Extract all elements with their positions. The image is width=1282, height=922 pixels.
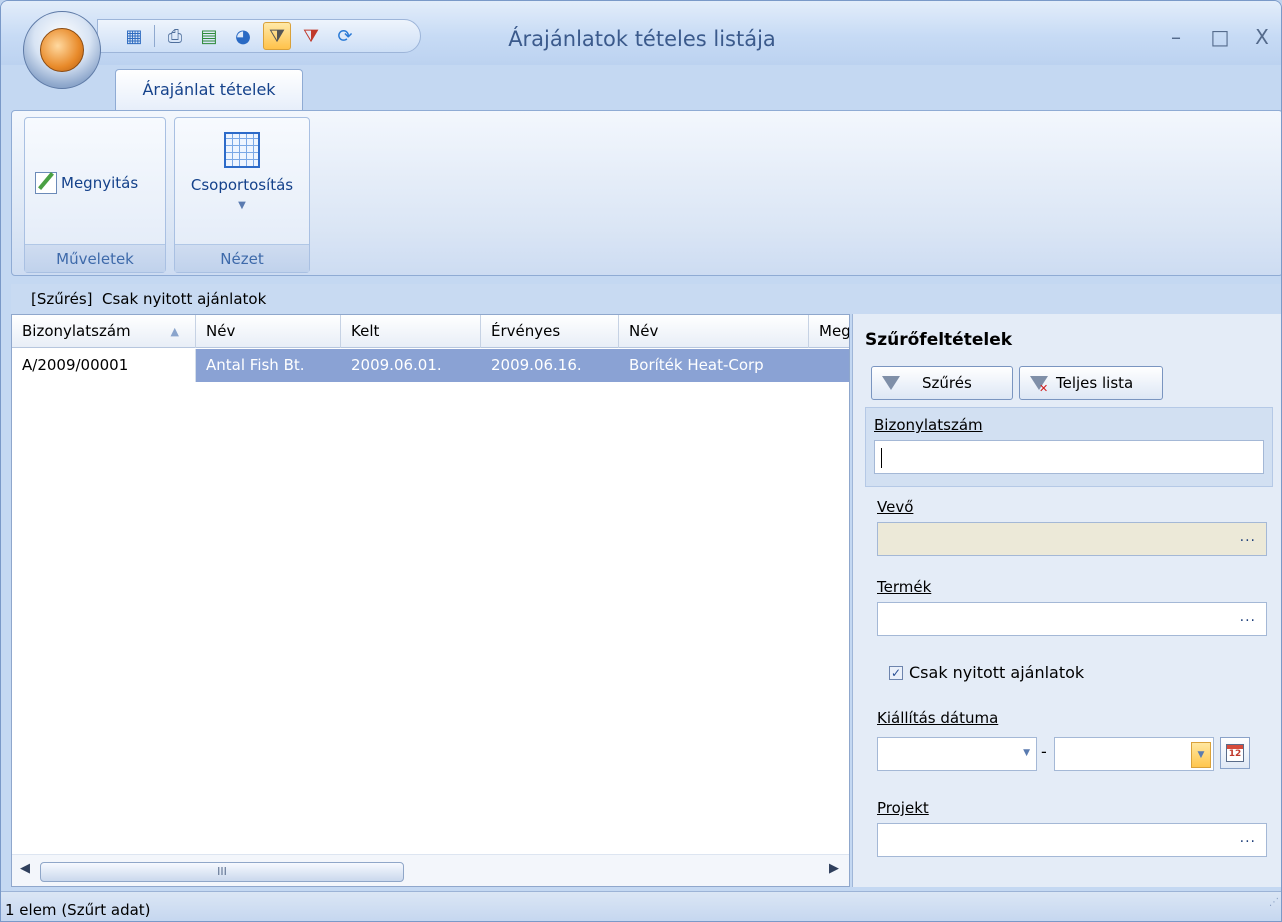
- product-label: Termék: [877, 578, 932, 596]
- issue-date-label: Kiállítás dátuma: [877, 709, 999, 727]
- project-input[interactable]: ...: [877, 823, 1267, 857]
- group-label-muveletek: Műveletek: [25, 244, 165, 272]
- active-filter-caption: [Szűrés] Csak nyitott ajánlatok: [11, 284, 1281, 314]
- customer-input[interactable]: ...: [877, 522, 1267, 556]
- column-header-bizonylatszam[interactable]: Bizonylatszám ▲: [12, 315, 196, 348]
- cell-meg[interactable]: [809, 349, 849, 382]
- grouping-grid-icon: [224, 132, 260, 168]
- edit-document-icon: [35, 172, 57, 194]
- filter-button[interactable]: Szűrés: [871, 366, 1013, 400]
- project-section: Projekt ...: [877, 799, 1281, 857]
- checkbox-checked-icon[interactable]: ✓: [889, 665, 903, 680]
- open-only-label: Csak nyitott ajánlatok: [909, 663, 1085, 682]
- results-grid: Bizonylatszám ▲ Név Kelt Érvényes Név Meg…: [11, 314, 850, 887]
- resize-grip-icon[interactable]: ⋰: [1269, 885, 1279, 921]
- customer-section: Vevő ...: [877, 498, 1281, 556]
- grid-header: Bizonylatszám ▲ Név Kelt Érvényes Név Meg: [12, 315, 849, 348]
- product-input[interactable]: ...: [877, 602, 1267, 636]
- app-logo-icon: [40, 28, 84, 72]
- cell-nev[interactable]: Antal Fish Bt.: [196, 349, 341, 382]
- window-title: Árajánlatok tételes listája: [508, 27, 776, 51]
- cell-ervenyes[interactable]: 2009.06.16.: [481, 349, 619, 382]
- date-range-separator: -: [1041, 742, 1047, 761]
- customer-label: Vevő: [877, 498, 914, 516]
- filter-panel: Szűrőfeltételek Szűrés Teljes lista Bizo…: [852, 314, 1281, 887]
- filter-panel-title: Szűrőfeltételek: [865, 330, 1013, 350]
- tab-arajanlat-tetelek[interactable]: Árajánlat tételek: [115, 69, 303, 111]
- title-bar: ▦ ⎙ ▤ ◕ ⧩ ⧩ ⟳ Árajánlatok tételes listáj…: [1, 1, 1281, 65]
- project-label: Projekt: [877, 799, 929, 817]
- ribbon: Megnyitás Műveletek Csoportosítás ▼ Néze…: [11, 110, 1281, 276]
- status-bar: 1 elem (Szűrt adat) ⋰: [1, 891, 1281, 921]
- date-to-input[interactable]: ▼: [1054, 737, 1214, 771]
- ribbon-group-nezet: Csoportosítás ▼ Nézet: [174, 117, 310, 273]
- browse-button[interactable]: ...: [1240, 830, 1256, 846]
- open-only-checkbox[interactable]: ✓ Csak nyitott ajánlatok: [889, 663, 1084, 682]
- text-caret: [881, 448, 882, 468]
- close-button[interactable]: X: [1247, 25, 1277, 49]
- column-header-nev-2[interactable]: Név: [619, 315, 809, 348]
- sort-ascending-icon: ▲: [170, 325, 179, 338]
- filter-icon: [882, 376, 900, 390]
- scroll-left-icon[interactable]: ◀: [20, 861, 30, 876]
- column-header-nev[interactable]: Név: [196, 315, 341, 348]
- application-window: ▦ ⎙ ▤ ◕ ⧩ ⧩ ⟳ Árajánlatok tételes listáj…: [0, 0, 1282, 922]
- chevron-down-icon[interactable]: ▼: [1023, 748, 1030, 758]
- maximize-button[interactable]: □: [1205, 25, 1235, 49]
- ribbon-group-muveletek: Megnyitás Műveletek: [24, 117, 166, 273]
- chevron-down-icon[interactable]: ▼: [1191, 742, 1211, 768]
- grouping-button-label: Csoportosítás: [190, 176, 294, 194]
- issue-date-section: Kiállítás dátuma: [877, 709, 1281, 733]
- cell-bizonylatszam[interactable]: A/2009/00001: [12, 349, 196, 382]
- grouping-button[interactable]: Csoportosítás ▼: [175, 128, 309, 211]
- full-list-button-label: Teljes lista: [1056, 374, 1134, 392]
- cell-nev-2[interactable]: Boríték Heat-Corp: [619, 349, 809, 382]
- browse-button[interactable]: ...: [1240, 529, 1256, 545]
- application-menu-button[interactable]: [23, 11, 101, 89]
- browse-button[interactable]: ...: [1240, 609, 1256, 625]
- column-header-ervenyes[interactable]: Érvényes: [481, 315, 619, 348]
- doc-number-label: Bizonylatszám: [874, 416, 983, 434]
- column-header-meg[interactable]: Meg: [809, 315, 849, 348]
- doc-number-input[interactable]: [874, 440, 1264, 474]
- minimize-button[interactable]: –: [1161, 25, 1191, 49]
- open-button-label: Megnyitás: [61, 174, 139, 192]
- calendar-button[interactable]: 12: [1220, 737, 1250, 769]
- scroll-right-icon[interactable]: ▶: [829, 861, 839, 876]
- table-row[interactable]: A/2009/00001 Antal Fish Bt. 2009.06.01. …: [12, 349, 849, 382]
- date-from-input[interactable]: ▼: [877, 737, 1037, 771]
- clear-filter-icon: [1030, 376, 1048, 395]
- group-label-nezet: Nézet: [175, 244, 309, 272]
- cell-kelt[interactable]: 2009.06.01.: [341, 349, 481, 382]
- chevron-down-icon: ▼: [238, 200, 246, 211]
- doc-number-section: Bizonylatszám: [865, 407, 1273, 487]
- status-text: 1 elem (Szűrt adat): [5, 901, 151, 919]
- column-header-kelt[interactable]: Kelt: [341, 315, 481, 348]
- scrollbar-thumb[interactable]: III: [40, 862, 404, 882]
- filter-button-label: Szűrés: [922, 374, 972, 392]
- full-list-button[interactable]: Teljes lista: [1019, 366, 1163, 400]
- open-button[interactable]: Megnyitás: [35, 172, 138, 194]
- calendar-icon: 12: [1226, 744, 1244, 762]
- product-section: Termék ...: [877, 578, 1281, 636]
- horizontal-scrollbar[interactable]: ◀ III ▶: [12, 854, 849, 886]
